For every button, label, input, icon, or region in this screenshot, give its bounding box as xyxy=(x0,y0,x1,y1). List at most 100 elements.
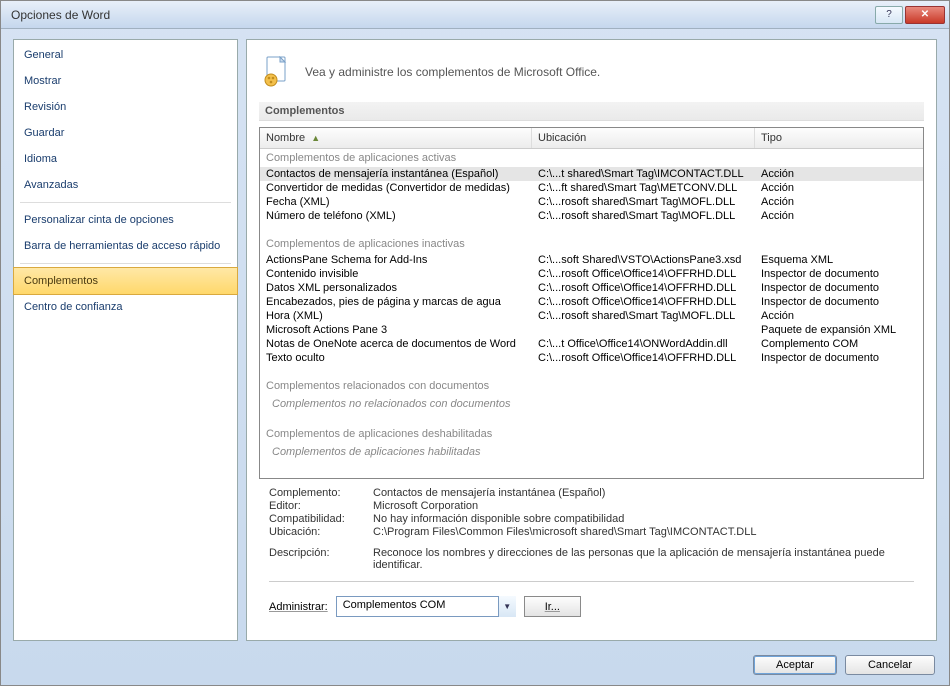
cell-type: Acción xyxy=(755,209,923,223)
dialog-body: GeneralMostrarRevisiónGuardarIdiomaAvanz… xyxy=(1,29,949,649)
page-header: Vea y administre los complementos de Mic… xyxy=(259,50,924,102)
table-row[interactable]: Microsoft Actions Pane 3Paquete de expan… xyxy=(260,323,923,337)
sidebar-item[interactable]: General xyxy=(14,42,237,68)
cell-type: Acción xyxy=(755,309,923,323)
sidebar-item[interactable]: Mostrar xyxy=(14,68,237,94)
manage-label: Administrar: xyxy=(269,601,328,613)
cell-name: Texto oculto xyxy=(260,351,532,365)
manage-select[interactable]: Complementos COM ▼ xyxy=(336,596,516,617)
details-separator xyxy=(269,581,914,582)
close-button[interactable]: ✕ xyxy=(905,6,945,24)
table-group-title: Complementos de aplicaciones deshabilita… xyxy=(260,425,923,443)
cell-name: Encabezados, pies de página y marcas de … xyxy=(260,295,532,309)
table-group-subtitle: Complementos no relacionados con documen… xyxy=(260,395,923,413)
cancel-button[interactable]: Cancelar xyxy=(845,655,935,675)
cell-type: Paquete de expansión XML xyxy=(755,323,923,337)
column-header-location[interactable]: Ubicación xyxy=(532,128,755,148)
sidebar-item[interactable]: Centro de confianza xyxy=(14,294,237,320)
column-header-name[interactable]: Nombre ▲ xyxy=(260,128,532,148)
cell-location: C:\...rosoft shared\Smart Tag\MOFL.DLL xyxy=(532,309,755,323)
detail-label: Compatibilidad: xyxy=(269,513,373,525)
column-header-name-label: Nombre xyxy=(266,132,305,144)
cell-type: Inspector de documento xyxy=(755,351,923,365)
cell-name: Datos XML personalizados xyxy=(260,281,532,295)
go-button[interactable]: Ir... xyxy=(524,596,581,617)
table-group-title: Complementos de aplicaciones activas xyxy=(260,149,923,167)
detail-value: Microsoft Corporation xyxy=(373,500,914,512)
cell-location: C:\...ft shared\Smart Tag\METCONV.DLL xyxy=(532,181,755,195)
sidebar-item[interactable]: Revisión xyxy=(14,94,237,120)
cell-location: C:\...rosoft shared\Smart Tag\MOFL.DLL xyxy=(532,209,755,223)
cell-name: Fecha (XML) xyxy=(260,195,532,209)
detail-label: Complemento: xyxy=(269,487,373,499)
titlebar-controls: ? ✕ xyxy=(873,6,945,24)
cell-type: Complemento COM xyxy=(755,337,923,351)
sidebar-item[interactable]: Barra de herramientas de acceso rápido xyxy=(14,233,237,259)
addins-table: Nombre ▲ Ubicación Tipo Complementos de … xyxy=(259,127,924,479)
table-row[interactable]: Convertidor de medidas (Convertidor de m… xyxy=(260,181,923,195)
help-button[interactable]: ? xyxy=(875,6,903,24)
cell-location: C:\...soft Shared\VSTO\ActionsPane3.xsd xyxy=(532,253,755,267)
detail-label-description: Descripción: xyxy=(269,547,373,571)
table-body[interactable]: Complementos de aplicaciones activasCont… xyxy=(260,149,923,478)
cell-name: Hora (XML) xyxy=(260,309,532,323)
cell-name: Convertidor de medidas (Convertidor de m… xyxy=(260,181,532,195)
cell-location: C:\...t shared\Smart Tag\IMCONTACT.DLL xyxy=(532,167,755,181)
cell-type: Inspector de documento xyxy=(755,281,923,295)
cell-type: Acción xyxy=(755,195,923,209)
cell-location: C:\...rosoft shared\Smart Tag\MOFL.DLL xyxy=(532,195,755,209)
detail-label: Ubicación: xyxy=(269,526,373,538)
detail-value-description: Reconoce los nombres y direcciones de la… xyxy=(373,547,914,571)
cell-type: Inspector de documento xyxy=(755,295,923,309)
close-icon: ✕ xyxy=(921,9,929,20)
cell-type: Inspector de documento xyxy=(755,267,923,281)
table-row[interactable]: Número de teléfono (XML)C:\...rosoft sha… xyxy=(260,209,923,223)
table-header: Nombre ▲ Ubicación Tipo xyxy=(260,128,923,149)
detail-value: C:\Program Files\Common Files\microsoft … xyxy=(373,526,914,538)
cell-location xyxy=(532,323,755,337)
table-row[interactable]: Encabezados, pies de página y marcas de … xyxy=(260,295,923,309)
accept-button[interactable]: Aceptar xyxy=(753,655,837,675)
table-row[interactable]: Texto ocultoC:\...rosoft Office\Office14… xyxy=(260,351,923,365)
cell-name: Contenido invisible xyxy=(260,267,532,281)
table-row[interactable]: Contactos de mensajería instantánea (Esp… xyxy=(260,167,923,181)
table-group-subtitle: Complementos de aplicaciones habilitadas xyxy=(260,443,923,461)
cell-location: C:\...rosoft Office\Office14\OFFRHD.DLL xyxy=(532,267,755,281)
sidebar-item[interactable]: Idioma xyxy=(14,146,237,172)
dialog-footer: Aceptar Cancelar xyxy=(1,649,949,685)
table-row[interactable]: ActionsPane Schema for Add-InsC:\...soft… xyxy=(260,253,923,267)
detail-value: No hay información disponible sobre comp… xyxy=(373,513,914,525)
sort-asc-icon: ▲ xyxy=(311,133,320,143)
sidebar: GeneralMostrarRevisiónGuardarIdiomaAvanz… xyxy=(13,39,238,641)
cell-location: C:\...t Office\Office14\ONWordAddin.dll xyxy=(532,337,755,351)
dialog-title: Opciones de Word xyxy=(5,8,873,22)
sidebar-item[interactable]: Avanzadas xyxy=(14,172,237,198)
table-row[interactable]: Datos XML personalizadosC:\...rosoft Off… xyxy=(260,281,923,295)
table-group-title: Complementos de aplicaciones inactivas xyxy=(260,235,923,253)
cell-type: Acción xyxy=(755,167,923,181)
cell-name: Número de teléfono (XML) xyxy=(260,209,532,223)
cell-type: Esquema XML xyxy=(755,253,923,267)
addins-icon xyxy=(263,56,291,88)
options-dialog: Opciones de Word ? ✕ GeneralMostrarRevis… xyxy=(0,0,950,686)
sidebar-item[interactable]: Guardar xyxy=(14,120,237,146)
cell-name: ActionsPane Schema for Add-Ins xyxy=(260,253,532,267)
titlebar: Opciones de Word ? ✕ xyxy=(1,1,949,29)
sidebar-item[interactable]: Personalizar cinta de opciones xyxy=(14,207,237,233)
table-group-title: Complementos relacionados con documentos xyxy=(260,377,923,395)
table-row[interactable]: Contenido invisibleC:\...rosoft Office\O… xyxy=(260,267,923,281)
cell-location: C:\...rosoft Office\Office14\OFFRHD.DLL xyxy=(532,351,755,365)
section-title: Complementos xyxy=(259,102,924,121)
sidebar-separator xyxy=(20,263,231,264)
sidebar-item[interactable]: Complementos xyxy=(13,267,238,295)
detail-value: Contactos de mensajería instantánea (Esp… xyxy=(373,487,914,499)
column-header-type[interactable]: Tipo xyxy=(755,128,923,148)
table-row[interactable]: Fecha (XML)C:\...rosoft shared\Smart Tag… xyxy=(260,195,923,209)
sidebar-separator xyxy=(20,202,231,203)
table-row[interactable]: Notas de OneNote acerca de documentos de… xyxy=(260,337,923,351)
cell-location: C:\...rosoft Office\Office14\OFFRHD.DLL xyxy=(532,281,755,295)
addin-details: Complemento:Contactos de mensajería inst… xyxy=(259,479,924,594)
detail-label: Editor: xyxy=(269,500,373,512)
manage-row: Administrar: Complementos COM ▼ Ir... xyxy=(259,594,924,617)
table-row[interactable]: Hora (XML)C:\...rosoft shared\Smart Tag\… xyxy=(260,309,923,323)
